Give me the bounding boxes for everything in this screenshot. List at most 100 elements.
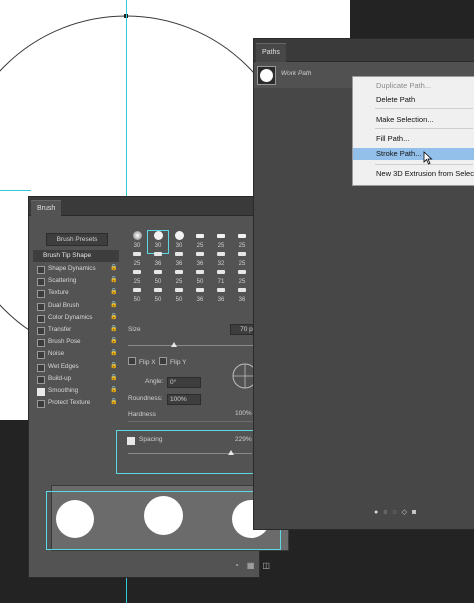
flip-y-checkbox[interactable]: Flip Y (159, 357, 187, 366)
brush-tip-preset[interactable]: 25 (232, 249, 252, 269)
brush-option-transfer[interactable]: Transfer 🔒 (33, 324, 119, 336)
brush-tip-size: 36 (238, 297, 246, 303)
roundness-field[interactable]: 100% (167, 394, 201, 405)
brush-tip-shape-item[interactable]: Brush Tip Shape (33, 250, 119, 262)
lock-icon[interactable]: 🔒 (110, 326, 117, 333)
flip-y-box[interactable] (159, 357, 167, 365)
brush-presets-button[interactable]: Brush Presets (46, 233, 108, 246)
brush-option-brush-pose[interactable]: Brush Pose 🔒 (33, 336, 119, 348)
brush-tip-preset[interactable]: 71 (211, 267, 231, 287)
menu-item-stroke-path[interactable]: Stroke Path... (353, 148, 474, 160)
option-checkbox[interactable] (37, 314, 45, 323)
lock-icon[interactable]: 🔒 (110, 265, 117, 272)
option-checkbox[interactable] (37, 387, 45, 396)
brush-tip-preset[interactable]: 36 (190, 249, 210, 269)
size-slider-knob[interactable] (171, 342, 177, 347)
tab-brush[interactable]: Brush (31, 200, 62, 216)
brush-option-color-dynamics[interactable]: Color Dynamics 🔒 (33, 312, 119, 324)
lock-icon[interactable]: 🔒 (110, 387, 117, 394)
brush-tip-preset[interactable]: 30 (169, 231, 189, 251)
make-work-path-icon[interactable]: ◇ (402, 509, 412, 516)
menu-item-duplicate-path[interactable]: Duplicate Path... (353, 80, 474, 92)
add-mask-icon[interactable]: ◙ (412, 509, 421, 516)
size-label: Size (128, 326, 141, 333)
option-checkbox[interactable] (37, 351, 45, 360)
brush-option-protect-texture[interactable]: Protect Texture 🔒 (33, 397, 119, 409)
option-checkbox[interactable] (37, 278, 45, 287)
option-label: Texture (48, 289, 69, 297)
brush-tip-preset[interactable]: 25 (127, 249, 147, 269)
option-checkbox[interactable] (37, 326, 45, 335)
brush-tip-preset[interactable]: 36 (148, 249, 168, 269)
size-slider-track[interactable] (128, 345, 256, 346)
brush-option-dual-brush[interactable]: Dual Brush 🔒 (33, 300, 119, 312)
brush-option-build-up[interactable]: Build-up 🔒 (33, 373, 119, 385)
option-checkbox[interactable] (37, 290, 45, 299)
flip-x-checkbox[interactable]: Flip X (128, 357, 156, 366)
brush-tip-swatch (154, 252, 162, 256)
brush-options-list: Brush Tip Shape Shape Dynamics 🔒 Scatterin… (33, 250, 119, 409)
option-checkbox[interactable] (37, 375, 45, 384)
brush-tip-preset[interactable]: 25 (232, 267, 252, 287)
flip-x-box[interactable] (128, 357, 136, 365)
angle-label: Angle: (145, 378, 164, 385)
brush-tip-preset[interactable]: 36 (232, 285, 252, 305)
lock-icon[interactable]: 🔒 (110, 302, 117, 309)
path-name: Work Path (281, 70, 312, 77)
brush-tip-size: 50 (133, 297, 141, 303)
new-brush-icon[interactable]: ◫ (262, 561, 278, 570)
brush-tip-preset[interactable]: 36 (190, 285, 210, 305)
option-checkbox[interactable] (37, 400, 45, 409)
lock-icon[interactable]: 🔒 (110, 363, 117, 370)
option-checkbox[interactable] (37, 266, 45, 274)
brush-grid-icon[interactable]: ▦ (247, 561, 263, 570)
lock-icon[interactable]: 🔒 (110, 375, 117, 382)
menu-item-make-selection[interactable]: Make Selection... (353, 114, 474, 126)
brush-option-shape-dynamics[interactable]: Shape Dynamics 🔒 (33, 263, 119, 275)
brush-option-smoothing[interactable]: Smoothing 🔒 (33, 385, 119, 397)
lock-icon[interactable]: 🔒 (110, 277, 117, 284)
brush-tip-swatch (238, 252, 246, 256)
brush-tip-preset[interactable]: 36 (211, 285, 231, 305)
lock-icon[interactable]: 🔒 (110, 314, 117, 321)
option-label: Dual Brush (48, 301, 80, 309)
brush-tip-preset[interactable]: 50 (148, 285, 168, 305)
brush-option-scattering[interactable]: Scattering 🔒 (33, 275, 119, 287)
hardness-value: 100% (235, 410, 252, 417)
brush-tip-preset[interactable]: 50 (148, 267, 168, 287)
path-thumbnail (257, 66, 276, 85)
brush-tip-preset[interactable]: 50 (169, 285, 189, 305)
paths-footer: ●○◌◇◙ (374, 508, 421, 516)
brush-tip-size: 50 (154, 297, 162, 303)
lock-icon[interactable]: 🔒 (110, 289, 117, 296)
brush-tip-preset[interactable]: 36 (169, 249, 189, 269)
option-checkbox[interactable] (37, 339, 45, 348)
menu-item-new-3d-extrusion-from-selected-path[interactable]: New 3D Extrusion from Selected Path (353, 168, 474, 180)
brush-tip-preset[interactable]: 30 (127, 231, 147, 251)
brush-option-wet-edges[interactable]: Wet Edges 🔒 (33, 361, 119, 373)
brush-tip-preset[interactable]: 32 (211, 249, 231, 269)
tab-paths[interactable]: Paths (256, 43, 286, 62)
toggle-live-tip-icon[interactable]: ◔ (234, 561, 247, 570)
brush-tip-preset[interactable]: 50 (190, 267, 210, 287)
brush-tip-preset[interactable]: 25 (211, 231, 231, 251)
brush-option-noise[interactable]: Noise 🔒 (33, 348, 119, 360)
lock-icon[interactable]: 🔒 (110, 350, 117, 357)
brush-tip-preset[interactable]: 50 (127, 285, 147, 305)
brush-option-texture[interactable]: Texture 🔒 (33, 287, 119, 299)
hardness-slider-track[interactable] (128, 421, 256, 422)
angle-field[interactable]: 0° (167, 377, 201, 388)
brush-tip-swatch (217, 270, 225, 274)
brush-tip-preset[interactable]: 25 (190, 231, 210, 251)
load-selection-icon[interactable]: ◌ (392, 509, 401, 516)
lock-icon[interactable]: 🔒 (110, 338, 117, 345)
brush-tip-preset[interactable]: 25 (232, 231, 252, 251)
option-checkbox[interactable] (37, 302, 45, 311)
option-checkbox[interactable] (37, 363, 45, 372)
lock-icon[interactable]: 🔒 (110, 399, 117, 406)
fill-path-icon[interactable]: ● (374, 509, 383, 516)
menu-item-fill-path[interactable]: Fill Path... (353, 133, 474, 145)
brush-tip-preset[interactable]: 25 (169, 267, 189, 287)
menu-item-delete-path[interactable]: Delete Path (353, 94, 474, 106)
brush-tip-preset[interactable]: 25 (127, 267, 147, 287)
